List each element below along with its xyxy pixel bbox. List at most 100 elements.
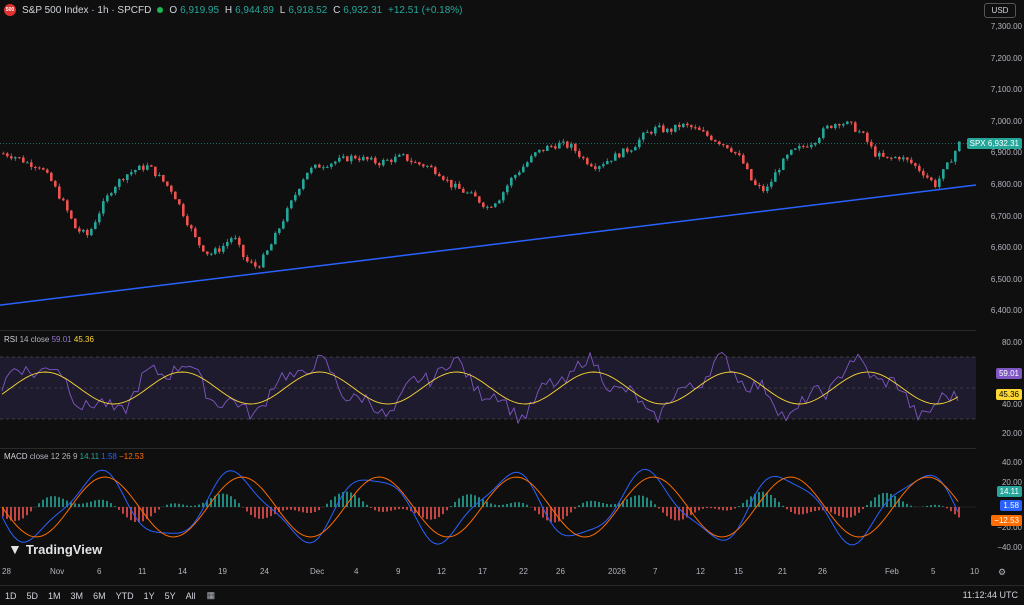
clock[interactable]: 11:12:44 UTC [963,590,1018,600]
rsi-legend[interactable]: RSI 14 close 59.01 45.36 [4,335,94,344]
time-axis[interactable]: 28 Nov 6 11 14 19 24 Dec 4 9 12 17 22 26 2026 7 12 15 21 26… [0,565,979,579]
macd-hist-bar [630,497,632,507]
candle [738,153,741,156]
candle [150,165,153,167]
candle [702,130,705,132]
candle [618,153,621,158]
macd-hist-bar [834,507,836,515]
timeframe-all[interactable]: All [181,591,201,601]
macd-legend[interactable]: MACD close 12 26 9 14.11 1.58 −12.53 [4,452,144,461]
candle [626,148,629,152]
tradingview-logo[interactable]: ▼ TradingView [8,541,102,557]
candle [182,204,185,217]
timeframe-buttons: 1D 5D 1M 3M 6M YTD 1Y 5Y All [0,591,201,601]
candle [402,154,405,156]
candle [642,132,645,140]
macd-hist-bar [578,505,580,507]
macd-hist-bar [930,505,932,507]
candle [322,167,325,169]
macd-hist-bar [838,507,840,516]
macd-hist-bar [126,507,128,518]
price-axis[interactable]: 7,300.00 7,200.00 7,100.00 7,000.00 6,900.00… [976,0,1024,330]
macd-hist-bar [950,507,952,512]
trend-line [0,184,977,306]
macd-hist-bar [190,505,192,507]
macd-hist-bar [662,507,664,513]
candle [510,177,513,186]
macd-hist-bar [22,507,24,519]
candle [38,167,41,169]
candle [310,167,313,173]
candle [930,177,933,181]
timeframe-1m[interactable]: 1M [43,591,66,601]
macd-hist-bar [586,501,588,507]
macd-hist-bar [714,507,716,509]
timeframe-1d[interactable]: 1D [0,591,22,601]
macd-hist-bar [446,507,448,511]
candle [606,160,609,165]
time-tick: 7 [653,567,658,576]
timeframe-3m[interactable]: 3M [66,591,89,601]
macd-hist-bar [462,495,464,507]
time-tick: 19 [218,567,227,576]
macd-hist-bar [742,503,744,507]
candle [70,210,73,219]
date-range-icon[interactable]: ▦ [207,590,216,601]
candle [246,257,249,262]
settings-gear-icon[interactable]: ⚙ [998,567,1006,578]
timeframe-ytd[interactable]: YTD [111,591,139,601]
candle [58,186,61,199]
macd-hist-bar [118,507,120,510]
candle [854,122,857,132]
timeframe-5d[interactable]: 5D [22,591,44,601]
candle [498,200,501,204]
candle [194,228,197,237]
candle [354,155,357,159]
candle [490,206,493,208]
candle [458,183,461,189]
candle [802,146,805,148]
rsi-ma-tag: 45.36 [995,389,1022,400]
candle [218,248,221,252]
macd-hist-bar [878,494,880,507]
candle [558,142,561,149]
price-tick: 6,400.00 [990,306,1022,316]
macd-hist-bar [354,494,356,507]
price-chart-canvas[interactable] [0,0,1024,605]
candle [414,162,417,164]
macd-hist-bar [590,500,592,507]
macd-hist-bar [230,496,232,507]
macd-hist-bar [374,507,376,511]
macd-hist-bar [598,501,600,507]
candle [598,166,601,169]
candle [726,145,729,149]
timeframe-1y[interactable]: 1Y [139,591,160,601]
time-tick: Feb [885,567,899,576]
candle [398,154,401,157]
macd-hist-bar [706,507,708,509]
candle [886,156,889,158]
macd-hist-bar [866,504,868,507]
candle [582,156,585,159]
macd-hist-bar [830,507,832,513]
pane-divider[interactable] [0,448,976,449]
candle [210,253,213,255]
candle [178,199,181,205]
macd-hist-bar [170,503,172,507]
candle [358,158,361,161]
timeframe-5y[interactable]: 5Y [160,591,181,601]
candle [298,188,301,195]
candle [410,160,413,163]
macd-hist-bar [298,507,300,512]
candle [82,229,85,232]
candle [162,175,165,182]
macd-hist-bar [698,507,700,511]
candle [810,144,813,148]
macd-hist-bar [390,507,392,511]
pane-divider[interactable] [0,330,976,331]
timeframe-6m[interactable]: 6M [88,591,111,601]
candle [782,158,785,171]
candle [262,254,265,268]
candle [870,141,873,147]
candle [74,218,77,229]
